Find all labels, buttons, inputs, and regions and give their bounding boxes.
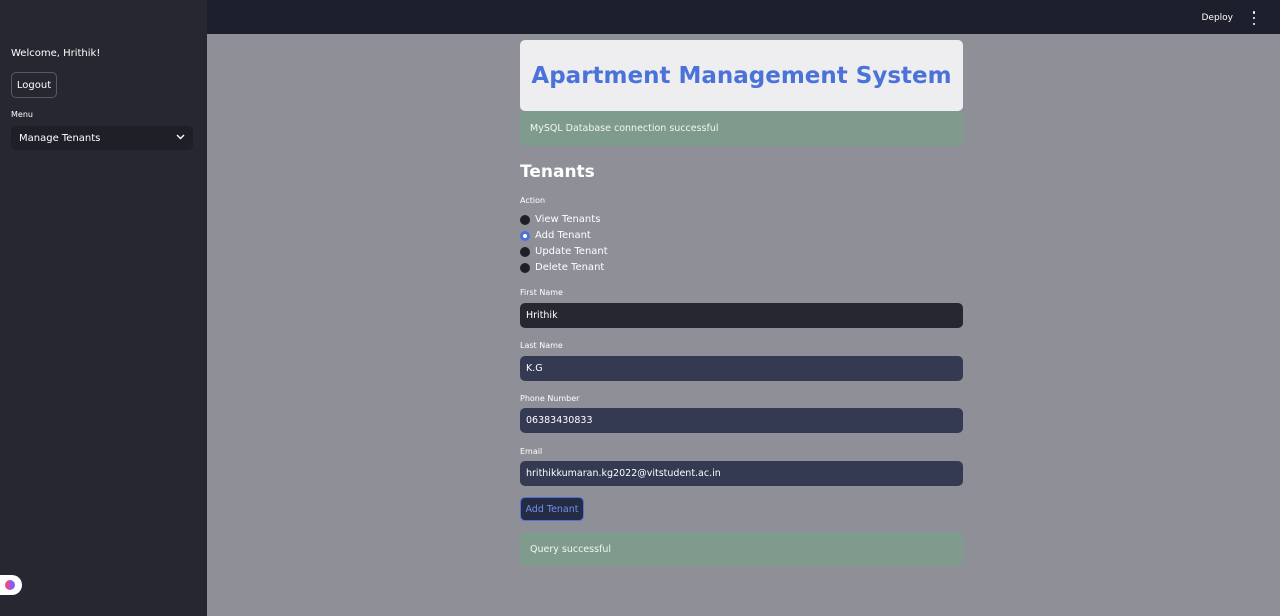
radio-button-selected[interactable]: [520, 230, 530, 241]
deploy-button[interactable]: Deploy: [1201, 13, 1233, 23]
welcome-text: Welcome, Hrithik!: [11, 48, 101, 59]
radio-button[interactable]: [520, 246, 530, 257]
menu-selected-value: Manage Tenants: [19, 132, 101, 144]
radio-label: View Tenants: [535, 214, 601, 225]
first-name-label: First Name: [520, 288, 563, 297]
sidebar: Welcome, Hrithik! Logout Menu Manage Ten…: [0, 0, 207, 616]
radio-add-tenant[interactable]: Add Tenant: [520, 230, 591, 241]
radio-delete-tenant[interactable]: Delete Tenant: [520, 262, 604, 273]
radio-label: Update Tenant: [535, 246, 608, 257]
top-toolbar: Deploy: [207, 0, 1280, 34]
action-label: Action: [520, 196, 546, 205]
radio-update-tenant[interactable]: Update Tenant: [520, 246, 608, 257]
last-name-field[interactable]: K.G: [520, 356, 963, 381]
brain-icon[interactable]: [0, 575, 22, 595]
more-options-icon[interactable]: [1250, 11, 1258, 25]
phone-number-label: Phone Number: [520, 394, 580, 403]
radio-label: Add Tenant: [535, 230, 591, 241]
add-tenant-button[interactable]: Add Tenant: [520, 497, 584, 521]
query-status-alert: Query successful: [520, 532, 963, 566]
radio-label: Delete Tenant: [535, 262, 605, 273]
page-title: Apartment Management System: [531, 62, 952, 89]
phone-number-field[interactable]: 06383430833: [520, 408, 963, 433]
email-label: Email: [520, 447, 543, 456]
chevron-down-icon: [176, 133, 185, 143]
radio-button[interactable]: [520, 262, 530, 273]
first-name-field[interactable]: Hrithik: [520, 303, 963, 328]
menu-label: Menu: [11, 110, 33, 119]
email-field[interactable]: hrithikkumaran.kg2022@vitstudent.ac.in: [520, 461, 963, 486]
logout-button[interactable]: Logout: [11, 72, 57, 98]
radio-view-tenants[interactable]: View Tenants: [520, 214, 600, 225]
db-status-alert: MySQL Database connection successful: [520, 111, 963, 146]
section-title: Tenants: [520, 162, 595, 182]
menu-select[interactable]: Manage Tenants: [11, 126, 193, 150]
last-name-label: Last Name: [520, 341, 563, 350]
title-banner: Apartment Management System: [520, 40, 963, 111]
radio-button[interactable]: [520, 214, 530, 225]
